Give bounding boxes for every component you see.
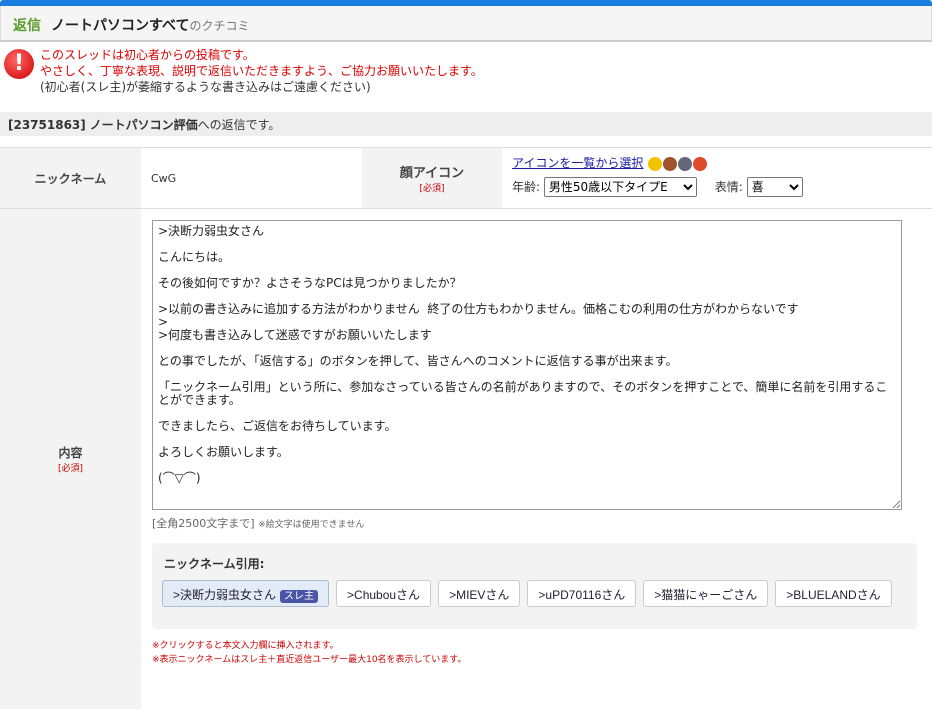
face-icon-1[interactable] <box>648 156 663 171</box>
face-icon-4[interactable] <box>693 156 708 171</box>
page-header: 返信 ノートパソコンすべてのクチコミ <box>0 6 932 42</box>
age-select[interactable]: 男性50歳以下タイプE <box>543 177 697 197</box>
face-icon-3[interactable] <box>678 156 693 171</box>
quote-button[interactable]: >猫猫にゃーごさん <box>643 580 769 607</box>
quote-button[interactable]: >uPD70116さん <box>527 580 637 607</box>
required-mark: [必須] <box>57 464 84 474</box>
quote-title: ニックネーム引用: <box>164 557 265 571</box>
warning-line-3: (初心者(スレ主)が萎縮するような書き込みはご遠慮ください) <box>40 80 371 94</box>
page-title: ノートパソコンすべて <box>51 18 190 34</box>
nickname-value: CwG <box>151 172 177 185</box>
thread-id: [23751863] <box>8 118 86 132</box>
content-label: 内容 [必須] <box>0 209 141 709</box>
nickname-label: ニックネーム <box>0 148 141 208</box>
face-icon-2[interactable] <box>663 156 678 171</box>
content-label-text: 内容 <box>58 446 83 460</box>
age-label: 年齢: <box>512 180 541 194</box>
warning-line-2: やさしく、丁寧な表現、説明で返信いただきますよう、ご協力お願いいたします。 <box>40 64 483 78</box>
reply-label: 返信 <box>13 18 41 34</box>
reply-target-suffix: への返信です。 <box>197 118 281 132</box>
exclamation-icon: ! <box>4 49 34 79</box>
reply-target-bar: [23751863] ノートパソコン評価への返信です。 <box>0 112 932 136</box>
expression-select[interactable]: 喜 <box>746 177 803 197</box>
nickname-quote-panel: ニックネーム引用: >決断力弱虫女さん スレ主 >Chubouさん >MIEVさん… <box>152 543 917 629</box>
quote-button[interactable]: >BLUELANDさん <box>775 580 892 607</box>
beginner-warning: ! このスレッドは初心者からの投稿です。 やさしく、丁寧な表現、説明で返信いただ… <box>4 47 924 95</box>
owner-badge: スレ主 <box>280 590 319 603</box>
quote-button[interactable]: >Chubouさん <box>336 580 432 607</box>
emoji-note: ※絵文字は使用できません <box>258 520 365 530</box>
quote-button[interactable]: >MIEVさん <box>438 580 521 607</box>
content-textarea[interactable]: >決断力弱虫女さん こんにちは。 その後如何ですか？よさそうなPCは見つかりまし… <box>152 220 902 510</box>
face-icon-label-text: 顔アイコン <box>399 166 465 181</box>
quote-button-owner[interactable]: >決断力弱虫女さん スレ主 <box>162 580 330 607</box>
required-mark: [必須] <box>419 184 445 194</box>
select-icon-link[interactable]: アイコンを一覧から選択 <box>512 156 643 170</box>
face-icon-label: 顔アイコン [必須] <box>362 148 502 208</box>
title-suffix: のクチコミ <box>189 19 250 33</box>
quote-note-1: ※クリックすると本文入力欄に挿入されます。 <box>152 641 339 651</box>
char-limit: [全角2500文字まで] <box>152 517 255 530</box>
warning-line-1: このスレッドは初心者からの投稿です。 <box>40 48 255 62</box>
quote-note-2: ※表示ニックネームはスレ主＋直近返信ユーザー最大10名を表示しています。 <box>152 655 467 665</box>
reply-form: ニックネーム CwG 顔アイコン [必須] アイコンを一覧から選択 年齢: 男性5… <box>0 147 932 709</box>
thread-title: ノートパソコン評価 <box>89 118 198 132</box>
expression-label: 表情: <box>714 180 743 194</box>
